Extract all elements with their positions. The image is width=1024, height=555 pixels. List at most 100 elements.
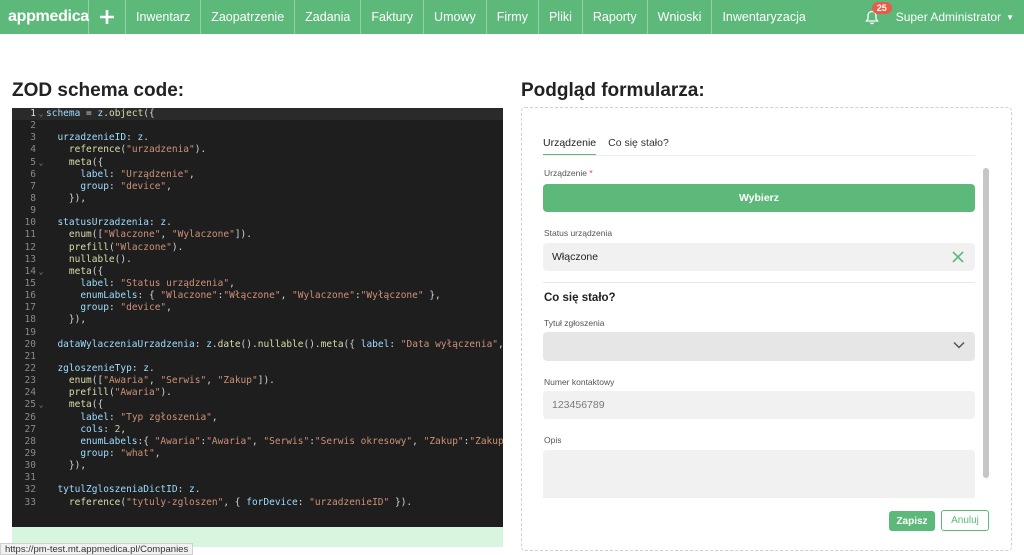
code-line[interactable]: 32 tytulZgloszeniaDictID: z. <box>12 484 503 496</box>
fold-chevron-icon[interactable]: ⌄ <box>36 108 46 120</box>
fold-chevron-icon[interactable]: ⌄ <box>36 266 46 278</box>
code-line[interactable]: 2 <box>12 120 503 132</box>
save-button[interactable]: Zapisz <box>889 511 935 531</box>
fold-gutter <box>36 120 46 132</box>
choose-device-button[interactable]: Wybierz <box>543 184 975 212</box>
app-logo[interactable]: appmedica <box>0 0 89 34</box>
chevron-down-icon <box>953 341 965 349</box>
tab-urzadzenie[interactable]: Urządzenie <box>543 137 597 156</box>
code-line[interactable]: 11 enum(["Wlaczone", "Wylaczone"]). <box>12 229 503 241</box>
code-line[interactable]: 21 <box>12 351 503 363</box>
code-text: enum(["Awaria", "Serwis", "Zakup"]). <box>68 375 275 387</box>
code-line[interactable]: 19 <box>12 327 503 339</box>
nav-item-zaopatrzenie[interactable]: Zaopatrzenie <box>200 0 294 34</box>
line-number: 25 <box>24 399 36 411</box>
clear-icon[interactable] <box>951 250 965 264</box>
fold-gutter <box>36 387 46 399</box>
title-select[interactable] <box>543 332 975 361</box>
code-line[interactable]: 7 group: "device", <box>12 181 503 193</box>
line-number: 5 <box>30 156 36 168</box>
code-line[interactable]: 27 cols: 2, <box>12 424 503 436</box>
code-line[interactable]: 15 label: "Status urządzenia", <box>12 278 503 290</box>
fold-gutter <box>36 314 46 326</box>
nav-item-firmy[interactable]: Firmy <box>485 0 538 34</box>
notifications-badge: 25 <box>871 2 892 14</box>
code-line[interactable]: 8 }), <box>12 193 503 205</box>
line-number: 7 <box>30 180 36 192</box>
code-text: prefill("Wlaczone"). <box>68 241 184 253</box>
code-text: schema = z.object({ <box>46 108 155 119</box>
code-text: statusUrzadzenia: z. <box>57 217 172 229</box>
line-number: 28 <box>24 435 36 447</box>
code-line[interactable]: 25 ⌄ meta({ <box>12 399 503 411</box>
code-line[interactable]: 12 prefill("Wlaczone"). <box>12 242 503 254</box>
code-line[interactable]: 10 statusUrzadzenia: z. <box>12 217 503 229</box>
code-editor[interactable]: 1 ⌄ schema = z.object({2 3 urzadzenieID: z.… <box>12 108 503 527</box>
code-line[interactable]: 14 ⌄ meta({ <box>12 266 503 278</box>
code-line[interactable]: 29 group: "what", <box>12 448 503 460</box>
nav-item-umowy[interactable]: Umowy <box>423 0 486 34</box>
plus-icon <box>100 10 114 24</box>
code-line[interactable]: 6 label: "Urządzenie", <box>12 169 503 181</box>
code-line[interactable]: 1 ⌄ schema = z.object({ <box>12 108 503 121</box>
fold-chevron-icon[interactable]: ⌄ <box>36 157 46 169</box>
code-line[interactable]: 26 label: "Typ zgłoszenia", <box>12 412 503 424</box>
code-line[interactable]: 28 enumLabels:{ "Awaria":"Awaria", "Serw… <box>12 436 503 448</box>
status-select[interactable]: Włączone <box>543 243 975 271</box>
line-number: 11 <box>24 229 36 241</box>
line-number: 27 <box>24 423 36 435</box>
line-number: 4 <box>30 144 36 156</box>
description-textarea[interactable] <box>543 450 975 498</box>
code-line[interactable]: 18 }), <box>12 314 503 326</box>
nav-item-zadania[interactable]: Zadania <box>294 0 360 34</box>
cancel-button[interactable]: Anuluj <box>941 510 989 531</box>
code-text: enumLabels: { "Wlaczone":"Włączone", "Wy… <box>80 290 441 302</box>
code-line[interactable]: 17 group: "device", <box>12 302 503 314</box>
code-text: group: "what", <box>80 447 161 459</box>
caret-down-icon: ▼ <box>1006 12 1014 22</box>
fold-gutter <box>36 205 46 217</box>
nav-item-inwentarz[interactable]: Inwentarz <box>125 0 200 34</box>
section-title: Co się stało? <box>544 292 616 304</box>
code-line[interactable]: 3 urzadzenieID: z. <box>12 132 503 144</box>
add-new-button[interactable] <box>89 0 125 34</box>
fold-gutter <box>36 375 46 387</box>
fold-gutter <box>36 460 46 472</box>
line-number: 20 <box>24 338 36 350</box>
form-scrollbar-thumb[interactable] <box>983 168 989 478</box>
nav-item-wnioski[interactable]: Wnioski <box>646 0 712 34</box>
line-number: 15 <box>24 277 36 289</box>
nav-item-faktury[interactable]: Faktury <box>360 0 423 34</box>
code-line[interactable]: 22 zgloszenieTyp: z. <box>12 363 503 375</box>
code-line[interactable]: 9 <box>12 205 503 217</box>
code-line[interactable]: 20 dataWylaczeniaUrzadzenia: z.date().nu… <box>12 339 503 351</box>
code-line[interactable]: 4 reference("urzadzenia"). <box>12 144 503 156</box>
code-text: meta({ <box>68 399 104 411</box>
device-label: Urządzenie * <box>544 168 593 178</box>
fold-chevron-icon[interactable]: ⌄ <box>36 399 46 411</box>
code-text: urzadzenieID: z. <box>57 132 150 144</box>
phone-placeholder: 123456789 <box>552 399 605 411</box>
code-line[interactable]: 33 reference("tytuly-zgloszen", { forDev… <box>12 497 503 509</box>
phone-label: Numer kontaktowy <box>544 377 615 387</box>
code-text: reference("tytuly-zgloszen", { forDevice… <box>68 496 413 508</box>
code-line[interactable]: 31 <box>12 472 503 484</box>
phone-input[interactable]: 123456789 <box>543 391 975 419</box>
code-line[interactable]: 16 enumLabels: { "Wlaczone":"Włączone", … <box>12 290 503 302</box>
code-text: label: "Typ zgłoszenia", <box>80 411 218 423</box>
code-line[interactable]: 30 }), <box>12 460 503 472</box>
tab-co-sie-stalo[interactable]: Co się stało? <box>608 137 669 156</box>
notifications-button[interactable]: 25 <box>854 0 892 34</box>
line-number: 13 <box>24 253 36 265</box>
user-menu[interactable]: Super Administrator ▼ <box>890 0 1024 34</box>
code-line[interactable]: 24 prefill("Awaria"). <box>12 387 503 399</box>
code-line[interactable]: 23 enum(["Awaria", "Serwis", "Zakup"]). <box>12 375 503 387</box>
code-line[interactable]: 13 nullable(). <box>12 254 503 266</box>
nav-item-raporty[interactable]: Raporty <box>581 0 647 34</box>
code-line[interactable]: 5 ⌄ meta({ <box>12 157 503 169</box>
line-number: 8 <box>30 192 36 204</box>
nav-item-pliki[interactable]: Pliki <box>537 0 582 34</box>
line-number: 9 <box>30 205 36 217</box>
nav-item-inwentaryzacja[interactable]: Inwentaryzacja <box>711 0 815 34</box>
status-label: Status urządzenia <box>544 228 613 238</box>
